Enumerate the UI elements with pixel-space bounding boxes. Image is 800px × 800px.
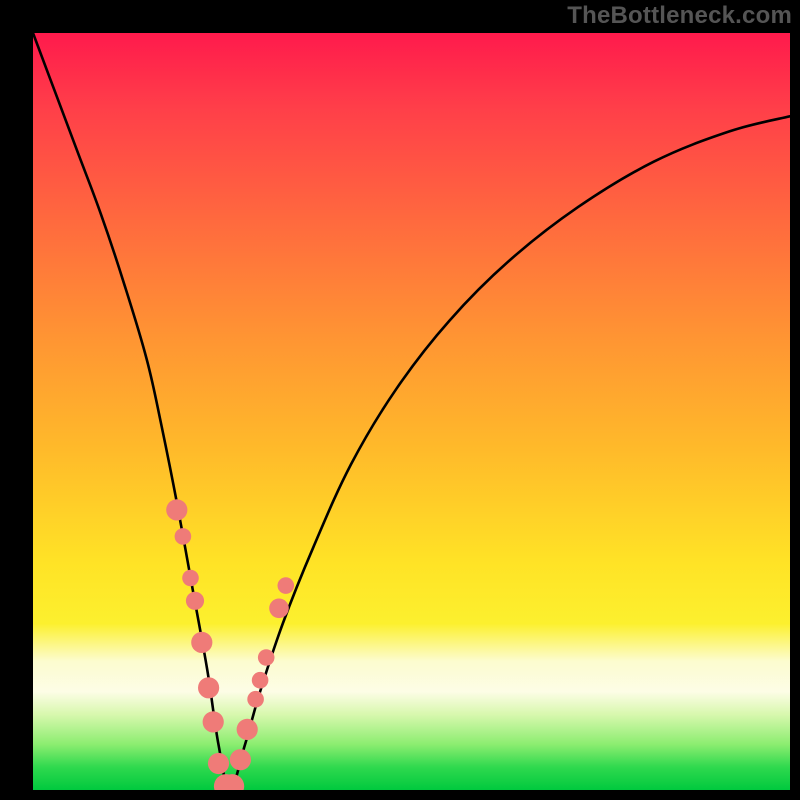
marker-dot xyxy=(175,528,192,545)
marker-dot xyxy=(166,499,187,520)
curve-layer xyxy=(33,33,790,790)
marker-dot xyxy=(258,649,275,666)
marker-dot xyxy=(237,719,258,740)
watermark-text: TheBottleneck.com xyxy=(567,2,792,30)
marker-dot xyxy=(191,632,212,653)
marker-dot xyxy=(247,691,264,708)
plot-area xyxy=(33,33,790,790)
marker-dot xyxy=(230,749,251,770)
chart-frame: TheBottleneck.com xyxy=(0,0,800,800)
marker-dot xyxy=(208,753,229,774)
marker-dot xyxy=(269,599,289,619)
marker-dot xyxy=(198,677,219,698)
marker-dot xyxy=(278,577,295,594)
bottleneck-curve xyxy=(33,33,790,790)
marker-dot xyxy=(203,711,224,732)
marker-dot xyxy=(182,570,199,587)
marker-dot xyxy=(186,592,204,610)
marker-dot xyxy=(252,672,269,689)
